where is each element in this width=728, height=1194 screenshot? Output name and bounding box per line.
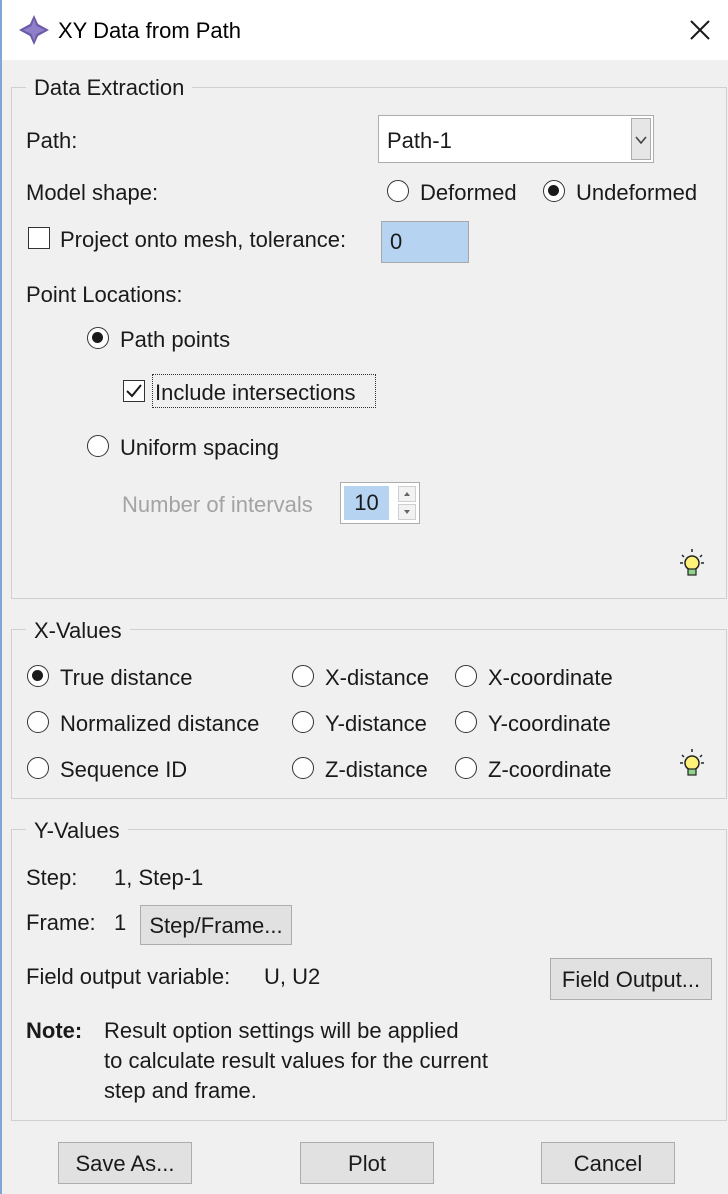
abaqus-cross-icon xyxy=(19,15,49,45)
y-coordinate-radio[interactable] xyxy=(455,711,477,733)
intervals-spinner[interactable]: 10 xyxy=(340,482,420,524)
note-line-2: to calculate result values for the curre… xyxy=(104,1048,488,1073)
frame-label: Frame: xyxy=(26,910,96,935)
true-distance-label[interactable]: True distance xyxy=(60,665,192,691)
path-combo-value: Path-1 xyxy=(387,128,452,153)
checkmark-icon xyxy=(125,383,142,397)
plot-button[interactable]: Plot xyxy=(300,1142,434,1184)
chevron-down-icon xyxy=(635,136,647,145)
path-points-label[interactable]: Path points xyxy=(120,327,230,353)
model-shape-label: Model shape: xyxy=(26,180,159,205)
step-label: Step: xyxy=(26,865,78,890)
window-border xyxy=(0,0,2,1194)
lightbulb-icon[interactable] xyxy=(679,548,705,578)
field-output-variable-label: Field output variable: xyxy=(26,964,231,989)
field-output-variable-value: U, U2 xyxy=(264,964,321,989)
include-intersections-label[interactable]: Include intersections xyxy=(155,380,356,406)
caret-up-icon xyxy=(404,492,410,496)
close-icon[interactable] xyxy=(686,16,714,44)
y-distance-label[interactable]: Y-distance xyxy=(325,711,427,737)
deformed-label[interactable]: Deformed xyxy=(420,180,517,206)
path-label: Path: xyxy=(26,128,78,153)
z-coordinate-radio[interactable] xyxy=(455,757,477,779)
x-distance-label[interactable]: X-distance xyxy=(325,665,429,691)
z-distance-label[interactable]: Z-distance xyxy=(325,757,428,783)
path-combo[interactable]: Path-1 xyxy=(378,115,654,163)
x-coordinate-radio[interactable] xyxy=(455,665,477,687)
uniform-spacing-radio[interactable] xyxy=(87,435,109,457)
step-value: 1, Step-1 xyxy=(114,865,204,890)
window-title: XY Data from Path xyxy=(58,18,242,43)
path-points-radio[interactable] xyxy=(87,327,109,349)
y-distance-radio[interactable] xyxy=(292,711,314,733)
title-bar[interactable]: XY Data from Path xyxy=(2,0,728,60)
field-output-button[interactable]: Field Output... xyxy=(550,958,712,1000)
z-coordinate-label[interactable]: Z-coordinate xyxy=(488,757,612,783)
deformed-radio[interactable] xyxy=(387,180,409,202)
true-distance-radio[interactable] xyxy=(27,665,49,687)
lightbulb-icon[interactable] xyxy=(679,748,705,778)
save-as-button[interactable]: Save As... xyxy=(58,1142,192,1184)
include-intersections-checkbox[interactable] xyxy=(123,380,145,402)
data-extraction-legend: Data Extraction xyxy=(26,75,193,101)
spinner-down-button[interactable] xyxy=(398,504,416,520)
note-line-1: Result option settings will be applied xyxy=(104,1018,459,1043)
project-onto-mesh-label[interactable]: Project onto mesh, tolerance: xyxy=(60,227,346,253)
frame-value: 1 xyxy=(114,910,127,935)
project-onto-mesh-checkbox[interactable] xyxy=(28,227,50,249)
x-distance-radio[interactable] xyxy=(292,665,314,687)
uniform-spacing-label[interactable]: Uniform spacing xyxy=(120,435,279,461)
tolerance-field[interactable]: 0 xyxy=(381,221,469,263)
normalized-distance-radio[interactable] xyxy=(27,711,49,733)
x-values-legend: X-Values xyxy=(26,618,130,644)
undeformed-label[interactable]: Undeformed xyxy=(576,180,697,206)
point-locations-label: Point Locations: xyxy=(26,282,183,307)
y-values-legend: Y-Values xyxy=(26,818,128,844)
sequence-id-radio[interactable] xyxy=(27,757,49,779)
intervals-label: Number of intervals xyxy=(122,492,313,517)
cancel-button[interactable]: Cancel xyxy=(541,1142,675,1184)
normalized-distance-label[interactable]: Normalized distance xyxy=(60,711,259,737)
intervals-value[interactable]: 10 xyxy=(344,486,389,520)
note-line-3: step and frame. xyxy=(104,1078,257,1103)
path-combo-button[interactable] xyxy=(631,118,651,160)
undeformed-radio[interactable] xyxy=(543,180,565,202)
spinner-up-button[interactable] xyxy=(398,486,416,502)
sequence-id-label[interactable]: Sequence ID xyxy=(60,757,187,783)
note-label: Note: xyxy=(26,1018,83,1043)
z-distance-radio[interactable] xyxy=(292,757,314,779)
x-coordinate-label[interactable]: X-coordinate xyxy=(488,665,613,691)
caret-down-icon xyxy=(404,510,410,514)
step-frame-button[interactable]: Step/Frame... xyxy=(140,905,292,945)
y-coordinate-label[interactable]: Y-coordinate xyxy=(488,711,611,737)
